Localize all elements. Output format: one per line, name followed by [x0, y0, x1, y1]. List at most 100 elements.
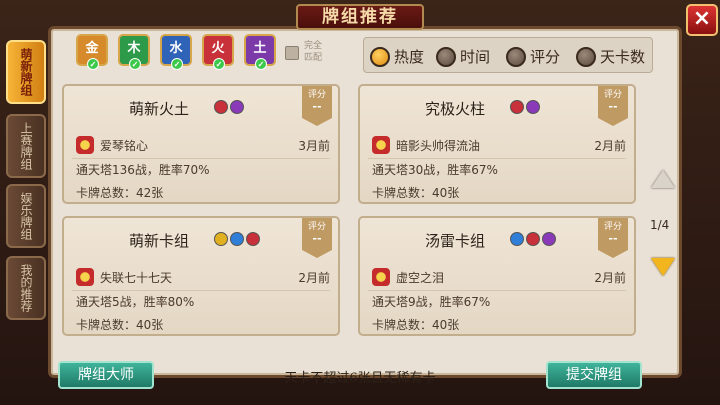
- divider: [72, 158, 330, 159]
- deck-time: 3月前: [298, 139, 330, 153]
- sort-day-cards[interactable]: 天卡数: [576, 46, 645, 67]
- author-badge-icon: [76, 268, 94, 286]
- earth-element-icon: [542, 232, 556, 246]
- deck-stats: 通天塔5战，胜率80%: [76, 295, 195, 309]
- close-icon[interactable]: ×: [686, 4, 718, 36]
- filter-earth-label: 土: [253, 41, 267, 56]
- gold-element-icon: [214, 232, 228, 246]
- deck-card[interactable]: 萌新卡组 评分 -- 失联七十七天 2月前 通天塔5战，胜率80% 卡牌总数：40…: [62, 216, 340, 336]
- filter-fire-label: 火: [211, 41, 225, 56]
- footer-note: 天卡不超过6张且无稀有卡: [284, 371, 436, 386]
- rating-label: 评分: [307, 222, 326, 232]
- deck-time: 2月前: [594, 139, 626, 153]
- deck-master-button[interactable]: 牌组大师: [58, 361, 154, 389]
- filter-gold[interactable]: 金 ✓: [76, 34, 108, 70]
- deck-name: 萌新火土: [128, 100, 189, 118]
- deck-card[interactable]: 汤雷卡组 评分 -- 虚空之泪 2月前 通天塔9战，胜率67% 卡牌总数：40张: [358, 216, 636, 336]
- deck-name: 萌新卡组: [128, 232, 189, 250]
- filter-water-label: 水: [169, 41, 183, 56]
- rating-value: --: [608, 100, 618, 113]
- fire-element-icon: [526, 232, 540, 246]
- radio-icon: [506, 46, 526, 67]
- side-tab-newbie[interactable]: 萌新牌组: [6, 40, 46, 104]
- deck-author: 虚空之泪: [396, 271, 445, 285]
- filter-fire[interactable]: 火 ✓: [202, 34, 234, 70]
- rating-tag: 评分 --: [302, 218, 332, 258]
- filter-wood[interactable]: 木 ✓: [118, 34, 150, 70]
- deck-name: 究极火柱: [424, 100, 485, 118]
- radio-selected-icon: [370, 46, 390, 67]
- fire-element-icon: [214, 100, 228, 114]
- deck-card-count: 卡牌总数：40张: [372, 318, 460, 332]
- author-badge-icon: [372, 268, 390, 286]
- deck-card[interactable]: 究极火柱 评分 -- 暗影头帅得流油 2月前 通天塔30战，胜率67% 卡牌总数：…: [358, 84, 636, 204]
- deck-elements: [214, 232, 260, 246]
- page-up-arrow-icon[interactable]: [651, 170, 675, 188]
- deck-elements: [214, 100, 244, 114]
- deck-card-count: 卡牌总数：42张: [76, 186, 164, 200]
- deck-stats: 通天塔30战，胜率67%: [372, 163, 498, 177]
- full-match-label: 完全匹配: [304, 41, 323, 63]
- rating-value: --: [608, 232, 618, 245]
- author-badge-icon: [76, 136, 94, 154]
- side-tab-entertainment[interactable]: 娱乐牌组: [6, 184, 46, 248]
- earth-element-icon: [230, 100, 244, 114]
- sort-rating[interactable]: 评分: [506, 46, 560, 67]
- deck-time: 2月前: [298, 271, 330, 285]
- radio-icon: [576, 46, 596, 67]
- sort-hot-label: 热度: [394, 48, 425, 66]
- divider: [72, 290, 330, 291]
- sort-day-cards-label: 天卡数: [600, 48, 646, 66]
- deck-elements: [510, 100, 540, 114]
- sort-time-label: 时间: [460, 48, 491, 66]
- deck-stats: 通天塔9战，胜率67%: [372, 295, 491, 309]
- page-down-arrow-icon[interactable]: [651, 258, 675, 276]
- sort-bar: 热度 时间 评分 天卡数: [363, 37, 653, 73]
- side-tab-my-recommend[interactable]: 我的推荐: [6, 256, 46, 320]
- side-tab-last-season[interactable]: 上赛牌组: [6, 114, 46, 178]
- rating-tag: 评分 --: [598, 86, 628, 126]
- check-icon: ✓: [129, 58, 141, 70]
- filter-earth[interactable]: 土 ✓: [244, 34, 276, 70]
- sort-hot[interactable]: 热度: [370, 46, 424, 67]
- sort-time[interactable]: 时间: [436, 46, 490, 67]
- page-indicator: 1/4: [650, 218, 670, 232]
- rating-tag: 评分 --: [302, 86, 332, 126]
- full-match-checkbox[interactable]: [285, 46, 299, 60]
- fire-element-icon: [510, 100, 524, 114]
- deck-card[interactable]: 萌新火土 评分 -- 爱琴铭心 3月前 通天塔136战，胜率70% 卡牌总数：42…: [62, 84, 340, 204]
- water-element-icon: [510, 232, 524, 246]
- divider: [368, 158, 626, 159]
- water-element-icon: [230, 232, 244, 246]
- earth-element-icon: [526, 100, 540, 114]
- window-title: 牌组推荐: [296, 4, 424, 30]
- sort-rating-label: 评分: [530, 48, 561, 66]
- divider: [368, 290, 626, 291]
- rating-label: 评分: [603, 222, 622, 232]
- rating-value: --: [312, 232, 322, 245]
- deck-elements: [510, 232, 556, 246]
- check-icon: ✓: [87, 58, 99, 70]
- check-icon: ✓: [255, 58, 267, 70]
- check-icon: ✓: [171, 58, 183, 70]
- radio-icon: [436, 46, 456, 67]
- deck-card-count: 卡牌总数：40张: [372, 186, 460, 200]
- author-badge-icon: [372, 136, 390, 154]
- filter-wood-label: 木: [127, 41, 141, 56]
- fire-element-icon: [246, 232, 260, 246]
- deck-author: 失联七十七天: [100, 271, 173, 285]
- check-icon: ✓: [213, 58, 225, 70]
- deck-card-count: 卡牌总数：40张: [76, 318, 164, 332]
- deck-name: 汤雷卡组: [424, 232, 485, 250]
- rating-tag: 评分 --: [598, 218, 628, 258]
- deck-stats: 通天塔136战，胜率70%: [76, 163, 210, 177]
- deck-author: 爱琴铭心: [100, 139, 149, 153]
- deck-author: 暗影头帅得流油: [396, 139, 481, 153]
- filter-water[interactable]: 水 ✓: [160, 34, 192, 70]
- rating-label: 评分: [603, 90, 622, 100]
- submit-deck-button[interactable]: 提交牌组: [546, 361, 642, 389]
- deck-time: 2月前: [594, 271, 626, 285]
- rating-value: --: [312, 100, 322, 113]
- rating-label: 评分: [307, 90, 326, 100]
- filter-gold-label: 金: [85, 41, 99, 56]
